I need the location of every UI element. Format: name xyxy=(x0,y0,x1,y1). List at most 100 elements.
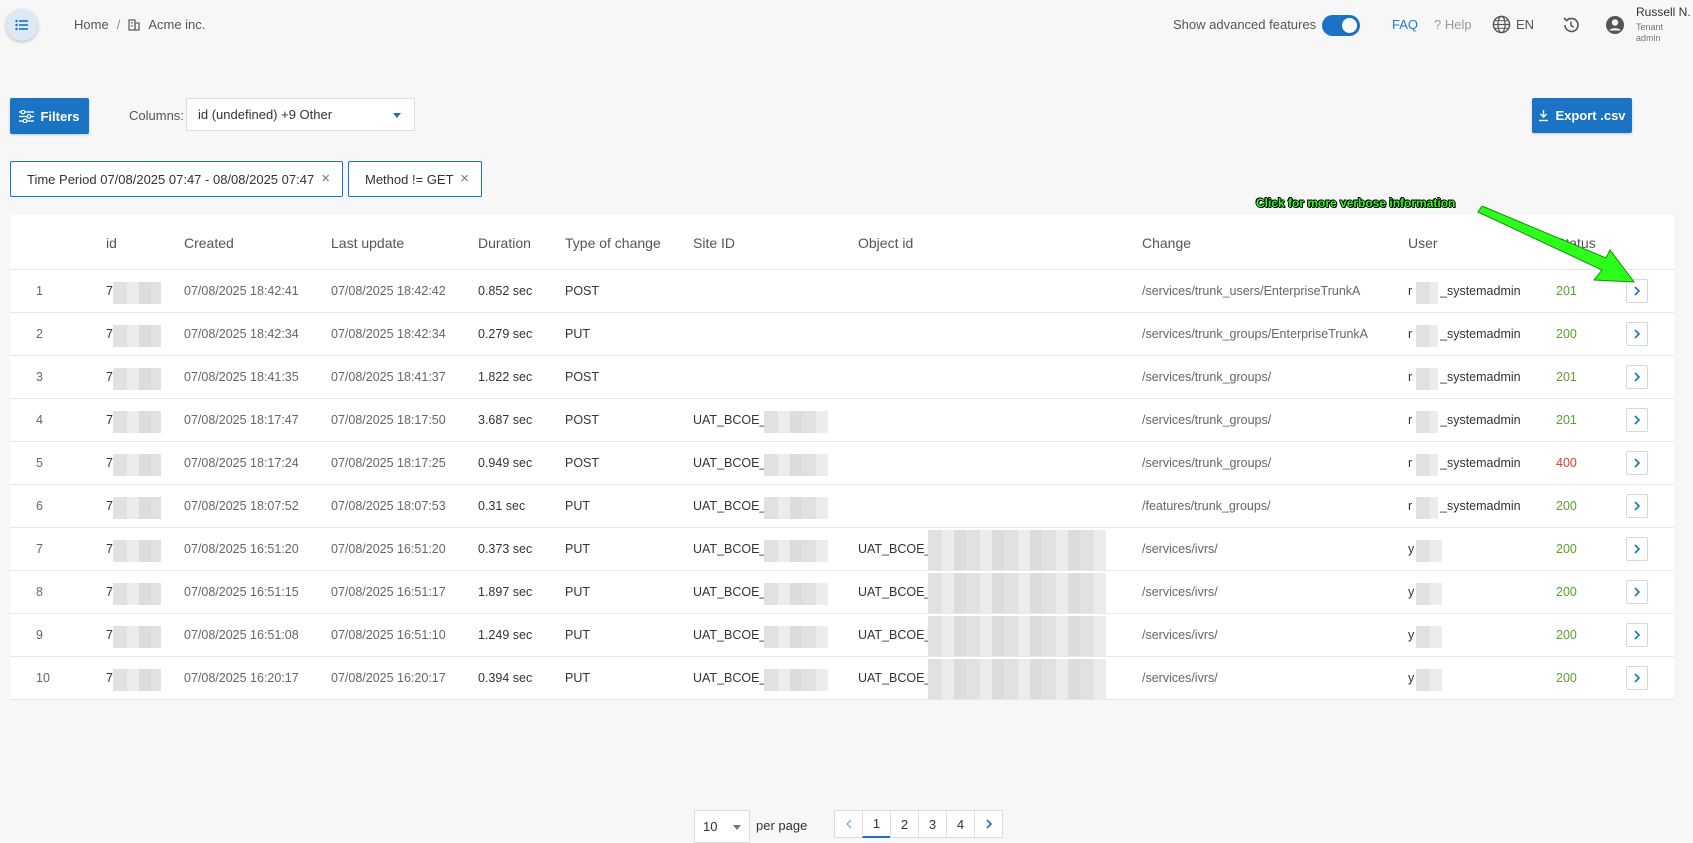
help-link[interactable]: ? Help xyxy=(1434,17,1472,32)
redacted-user xyxy=(1416,368,1438,390)
user-info: Russell N. Tenant admin xyxy=(1636,6,1691,45)
page-button-3[interactable]: 3 xyxy=(918,810,947,838)
row-details-button[interactable] xyxy=(1626,322,1648,346)
menu-button[interactable] xyxy=(6,9,38,41)
toggle-knob xyxy=(1342,18,1357,33)
column-header-duration[interactable]: Duration xyxy=(478,235,531,251)
cell-id: 7 xyxy=(106,628,113,642)
filter-chip-time-period[interactable]: Time Period 07/08/2025 07:47 - 08/08/202… xyxy=(10,161,343,197)
per-page-label: per page xyxy=(756,818,808,833)
filters-label: Filters xyxy=(40,108,80,124)
filter-chip-method[interactable]: Method != GET × xyxy=(348,161,482,197)
row-details-button[interactable] xyxy=(1626,537,1648,561)
faq-link[interactable]: FAQ xyxy=(1392,17,1418,32)
cell-user: r xyxy=(1408,413,1413,427)
column-header-change[interactable]: Change xyxy=(1142,235,1191,251)
chip-label: Time Period 07/08/2025 07:47 - 08/08/202… xyxy=(27,171,315,187)
row-details-button[interactable] xyxy=(1626,623,1648,647)
cell-created: 07/08/2025 16:51:08 xyxy=(184,628,299,642)
filters-button[interactable]: Filters xyxy=(10,98,89,134)
column-header-last-update[interactable]: Last update xyxy=(331,235,404,251)
filter-sliders-icon xyxy=(19,109,35,123)
cell-row-number: 5 xyxy=(36,456,43,470)
column-header-id[interactable]: id xyxy=(106,235,117,251)
next-page-button[interactable] xyxy=(974,810,1003,838)
chevron-right-icon xyxy=(985,819,992,829)
cell-user: y xyxy=(1408,542,1415,556)
column-header-object-id[interactable]: Object id xyxy=(858,235,913,251)
redacted-id xyxy=(113,497,161,519)
cell-created: 07/08/2025 16:51:15 xyxy=(184,585,299,599)
cell-id: 7 xyxy=(106,370,113,384)
row-details-button[interactable] xyxy=(1626,666,1648,690)
history-button[interactable] xyxy=(1561,15,1581,38)
cell-type-of-change: POST xyxy=(565,370,600,384)
previous-page-button[interactable] xyxy=(834,810,863,838)
per-page-select[interactable]: 10 xyxy=(694,810,750,843)
cell-row-number: 9 xyxy=(36,628,43,642)
cell-id: 7 xyxy=(106,413,113,427)
annotation-label: Click for more verbose information xyxy=(1256,196,1456,210)
column-header-created[interactable]: Created xyxy=(184,235,234,251)
cell-site-id: UAT_BCOE_e xyxy=(693,671,774,685)
breadcrumb-home[interactable]: Home xyxy=(74,17,109,32)
cell-site-id: UAT_BCOE_e xyxy=(693,542,774,556)
redacted-site-id xyxy=(764,626,828,648)
page-button-2[interactable]: 2 xyxy=(890,810,919,838)
cell-site-id: UAT_BCOE_e xyxy=(693,499,774,513)
cell-status: 200 xyxy=(1556,585,1577,599)
chevron-right-icon xyxy=(1634,630,1641,640)
cell-created: 07/08/2025 18:07:52 xyxy=(184,499,299,513)
redacted-object-id xyxy=(928,616,1106,656)
table-row[interactable]: 3 7 07/08/2025 18:41:35 07/08/2025 18:41:37… xyxy=(10,356,1674,399)
close-icon[interactable]: × xyxy=(321,171,330,186)
cell-status: 400 xyxy=(1556,456,1577,470)
account-button[interactable] xyxy=(1605,15,1625,38)
row-details-button[interactable] xyxy=(1626,580,1648,604)
language-selector[interactable]: EN xyxy=(1492,15,1534,34)
redacted-user xyxy=(1416,282,1438,304)
table-row[interactable]: 1 7 07/08/2025 18:42:41 07/08/2025 18:42:42… xyxy=(10,270,1674,313)
row-details-button[interactable] xyxy=(1626,494,1648,518)
breadcrumb: Home / Acme inc. xyxy=(74,17,205,32)
cell-created: 07/08/2025 18:17:24 xyxy=(184,456,299,470)
column-header-user[interactable]: User xyxy=(1408,235,1438,251)
column-header-type-of-change[interactable]: Type of change xyxy=(565,235,661,251)
table-row[interactable]: 7 7 07/08/2025 16:51:20 07/08/2025 16:51:20… xyxy=(10,528,1674,571)
cell-user: r xyxy=(1408,284,1413,298)
cell-type-of-change: PUT xyxy=(565,585,590,599)
chevron-right-icon xyxy=(1634,501,1641,511)
redacted-site-id xyxy=(764,497,828,519)
row-details-button[interactable] xyxy=(1626,365,1648,389)
cell-user-suffix: _systemadmin xyxy=(1440,456,1521,470)
cell-id: 7 xyxy=(106,671,113,685)
redacted-id xyxy=(113,325,161,347)
breadcrumb-tenant[interactable]: Acme inc. xyxy=(148,17,205,32)
column-header-site-id[interactable]: Site ID xyxy=(693,235,735,251)
row-details-button[interactable] xyxy=(1626,451,1648,475)
cell-object-id: UAT_BCOE_ xyxy=(858,542,932,556)
advanced-features-toggle[interactable] xyxy=(1322,15,1360,36)
redacted-user xyxy=(1416,626,1442,648)
table-row[interactable]: 2 7 07/08/2025 18:42:34 07/08/2025 18:42:34… xyxy=(10,313,1674,356)
page-button-1[interactable]: 1 xyxy=(862,810,891,838)
advanced-features-label: Show advanced features xyxy=(1173,17,1317,32)
redacted-id xyxy=(113,282,161,304)
close-icon[interactable]: × xyxy=(460,171,469,186)
table-row[interactable]: 4 7 07/08/2025 18:17:47 07/08/2025 18:17:50… xyxy=(10,399,1674,442)
table-row[interactable]: 9 7 07/08/2025 16:51:08 07/08/2025 16:51:10… xyxy=(10,614,1674,657)
redacted-user xyxy=(1416,454,1438,476)
table-row[interactable]: 8 7 07/08/2025 16:51:15 07/08/2025 16:51:17… xyxy=(10,571,1674,614)
page-button-4[interactable]: 4 xyxy=(946,810,975,838)
row-details-button[interactable] xyxy=(1626,408,1648,432)
per-page-value: 10 xyxy=(703,819,718,834)
table-row[interactable]: 6 7 07/08/2025 18:07:52 07/08/2025 18:07:53… xyxy=(10,485,1674,528)
history-icon xyxy=(1563,17,1579,33)
table-row[interactable]: 5 7 07/08/2025 18:17:24 07/08/2025 18:17:25… xyxy=(10,442,1674,485)
cell-created: 07/08/2025 16:51:20 xyxy=(184,542,299,556)
columns-select[interactable]: id (undefined) +9 Other xyxy=(186,98,415,131)
table-row[interactable]: 10 7 07/08/2025 16:20:17 07/08/2025 16:20:1… xyxy=(10,657,1674,700)
cell-type-of-change: PUT xyxy=(565,499,590,513)
export-csv-button[interactable]: Export .csv xyxy=(1532,98,1632,133)
cell-change: /services/ivrs/ xyxy=(1142,628,1218,642)
